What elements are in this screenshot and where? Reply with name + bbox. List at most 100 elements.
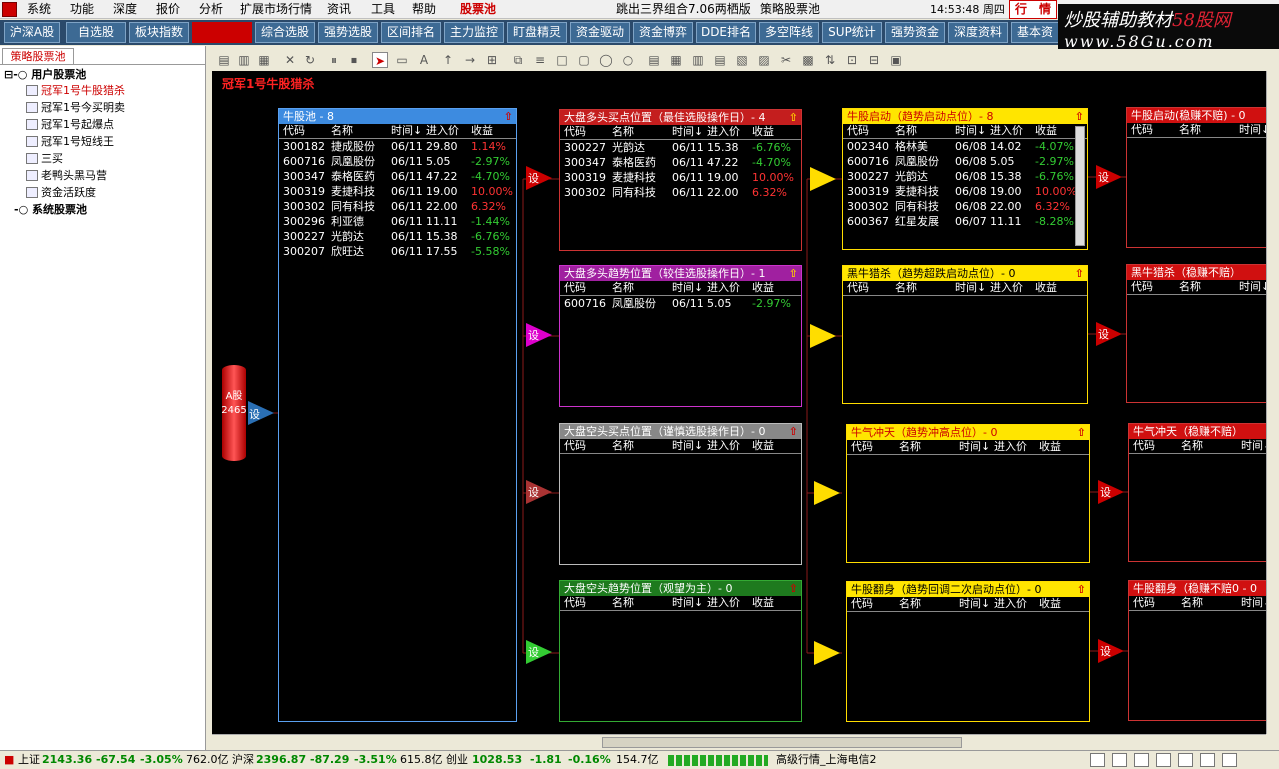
menu-function[interactable]: 功能 xyxy=(70,1,94,18)
pointer-icon[interactable]: ➤ xyxy=(372,52,388,68)
tab-strategy-pool[interactable]: 策略股票池 xyxy=(2,48,74,64)
tree-item-duck-head[interactable]: 老鸭头黑马营 xyxy=(26,168,107,184)
table-row[interactable]: 600716 凤凰股份 06/11 5.05 -2.97% xyxy=(279,154,516,169)
ellipse-icon[interactable]: ◯ xyxy=(598,52,614,68)
table-row[interactable]: 300182 捷成股份 06/11 29.80 1.14% xyxy=(279,139,516,154)
mid-panel-2[interactable]: 大盘多头趋势位置（较佳选股操作日）- 1 ⇧ 代码 名称 时间↓ 进入价 收益 60071… xyxy=(559,265,802,407)
tab-sector-index[interactable]: 板块指数 xyxy=(129,22,189,43)
menu-tools[interactable]: 工具 xyxy=(371,1,395,18)
up-arrow-icon[interactable]: ⇧ xyxy=(789,424,798,439)
frame-icon[interactable]: ▢ xyxy=(576,52,592,68)
chart-icon[interactable]: ▧ xyxy=(734,52,750,68)
rect-icon[interactable]: ▭ xyxy=(394,52,410,68)
quote-button[interactable]: 行 情 xyxy=(1009,0,1057,19)
menu-combo-tab[interactable]: 跳出三界组合7.06两栖版 xyxy=(616,1,751,18)
table-row[interactable]: 300347 泰格医药 06/11 47.22 -4.70% xyxy=(560,155,801,170)
right-panel-4[interactable]: 牛股翻身（趋势回调二次启动点位）- 0 ⇧ 代码 名称 时间↓ 进入价 收益 xyxy=(846,581,1090,722)
pool-panel[interactable]: 牛股池 - 8 ⇧ 代码 名称 时间↓ 进入价 收益 300182 捷成股份 06/1… xyxy=(278,108,517,722)
yellow-arrow-icon[interactable] xyxy=(810,324,836,348)
up-arrow-icon[interactable]: ⇧ xyxy=(789,266,798,281)
tab-main-monitor[interactable]: 主力监控 xyxy=(444,22,504,43)
align-icon[interactable]: ≡ xyxy=(532,52,548,68)
panel-scrollbar[interactable] xyxy=(1075,126,1085,246)
table-row[interactable]: 600367 红星发展 06/07 11.11 -8.28% xyxy=(843,214,1087,229)
settings-icon[interactable]: ▣ xyxy=(888,52,904,68)
menu-system[interactable]: 系统 xyxy=(27,1,51,18)
tab-strong-pick[interactable]: 强势选股 xyxy=(318,22,378,43)
menu-news[interactable]: 资讯 xyxy=(327,1,351,18)
paste-icon[interactable]: ▩ xyxy=(800,52,816,68)
mid-panel-3[interactable]: 大盘空头买点位置（谨慎选股操作日）- 0 ⇧ 代码 名称 时间↓ 进入价 收益 xyxy=(559,423,802,565)
tile-icon[interactable] xyxy=(1134,753,1149,767)
far-panel-1[interactable]: 牛股启动(稳赚不赔) - 0 代码名称时间↓ xyxy=(1126,107,1266,248)
tab-range-rank[interactable]: 区间排名 xyxy=(381,22,441,43)
tab-depth-info[interactable]: 深度资料 xyxy=(948,22,1008,43)
sort-icon[interactable]: ⇅ xyxy=(822,52,838,68)
table-row[interactable]: 002340 格林美 06/08 14.02 -4.07% xyxy=(843,139,1087,154)
tree-item-short-king[interactable]: 冠军1号短线王 xyxy=(26,134,114,150)
table-row[interactable]: 600716 凤凰股份 06/11 5.05 -2.97% xyxy=(560,296,801,311)
flag-icon[interactable] xyxy=(1156,753,1171,767)
tab-basic-info[interactable]: 基本资 xyxy=(1011,22,1059,43)
stop-icon[interactable]: ⏹ xyxy=(346,52,362,68)
refresh-icon[interactable]: ↻ xyxy=(302,52,318,68)
table-row[interactable]: 300319 麦捷科技 06/11 19.00 10.00% xyxy=(279,184,516,199)
text-icon[interactable]: A xyxy=(416,52,432,68)
mid-panel-1[interactable]: 大盘多头买点位置（最佳选股操作日）- 4 ⇧ 代码 名称 时间↓ 进入价 收益 30022… xyxy=(559,109,802,251)
new-icon[interactable]: ▤ xyxy=(216,52,232,68)
circle-icon[interactable]: ○ xyxy=(620,52,636,68)
table-row[interactable]: 300207 欣旺达 06/11 17.55 -5.58% xyxy=(279,244,516,259)
tab-fund-game[interactable]: 资金博弈 xyxy=(633,22,693,43)
up-arrow-icon[interactable]: ⇧ xyxy=(789,581,798,596)
table-row[interactable]: 300227 光韵达 06/11 15.38 -6.76% xyxy=(560,140,801,155)
menu-help[interactable]: 帮助 xyxy=(412,1,436,18)
filter-icon[interactable]: ⊡ xyxy=(844,52,860,68)
window-icon[interactable] xyxy=(1090,753,1105,767)
tree-expand-icon[interactable]: ⊟-○ xyxy=(4,68,27,81)
menu-extended-market[interactable]: 扩展市场行情 xyxy=(240,1,312,18)
group-icon[interactable]: ⊞ xyxy=(484,52,500,68)
cut-icon[interactable]: ✂ xyxy=(778,52,794,68)
export-icon[interactable]: ⊟ xyxy=(866,52,882,68)
tree-item-fund-activity[interactable]: 资金活跃度 xyxy=(26,185,96,201)
grid-icon[interactable]: ▦ xyxy=(668,52,684,68)
up-arrow-icon[interactable]: ⇧ xyxy=(1075,109,1084,124)
table-row[interactable]: 300227 光韵达 06/08 15.38 -6.76% xyxy=(843,169,1087,184)
right-panel-3[interactable]: 牛气冲天（趋势冲高点位）- 0 ⇧ 代码 名称 时间↓ 进入价 收益 xyxy=(846,424,1090,563)
up-arrow-icon[interactable]: ⇧ xyxy=(1077,582,1086,597)
table-row[interactable]: 300296 利亚德 06/11 11.11 -1.44% xyxy=(279,214,516,229)
save-icon[interactable]: ▦ xyxy=(256,52,272,68)
table-row[interactable]: 300319 麦捷科技 06/11 19.00 10.00% xyxy=(560,170,801,185)
delete-icon[interactable]: ✕ xyxy=(282,52,298,68)
yellow-arrow-icon[interactable] xyxy=(810,167,836,191)
list-icon[interactable]: ▤ xyxy=(646,52,662,68)
tab-current[interactable] xyxy=(192,22,252,43)
tree-item-buy-sell[interactable]: 冠军1号今买明卖 xyxy=(26,100,125,116)
arrow-icon[interactable]: ↑ xyxy=(440,52,456,68)
right-panel-2[interactable]: 黑牛猎杀（趋势超跌启动点位）- 0 ⇧ 代码 名称 时间↓ 进入价 收益 xyxy=(842,265,1088,404)
right-panel-1[interactable]: 牛股启动（趋势启动点位）- 8 ⇧ 代码 名称 时间↓ 进入价 收益 002340 格林美 0… xyxy=(842,108,1088,250)
pause-icon[interactable]: ⏸ xyxy=(326,52,342,68)
tab-fund-drive[interactable]: 资金驱动 xyxy=(570,22,630,43)
table-row[interactable]: 300227 光韵达 06/11 15.38 -6.76% xyxy=(279,229,516,244)
up-arrow-icon[interactable]: ⇧ xyxy=(789,110,798,125)
layout-icon[interactable]: ▥ xyxy=(690,52,706,68)
far-panel-3[interactable]: 牛气冲天（稳赚不赔） 代码名称时间↓ xyxy=(1128,423,1266,562)
table-row[interactable]: 300347 泰格医药 06/11 47.22 -4.70% xyxy=(279,169,516,184)
menu-analysis[interactable]: 分析 xyxy=(199,1,223,18)
calc-icon[interactable] xyxy=(1200,753,1215,767)
mid-panel-4[interactable]: 大盘空头趋势位置（观望为主）- 0 ⇧ 代码 名称 时间↓ 进入价 收益 xyxy=(559,580,802,722)
palette-icon[interactable] xyxy=(1222,753,1237,767)
yellow-arrow-icon[interactable] xyxy=(814,641,840,665)
tree-item-breakout[interactable]: 冠军1号起爆点 xyxy=(26,117,114,133)
tab-watchlist[interactable]: 自选股 xyxy=(66,22,126,43)
tab-dde-rank[interactable]: DDE排名 xyxy=(696,22,756,43)
tab-bull-bear[interactable]: 多空阵线 xyxy=(759,22,819,43)
tab-watch-genie[interactable]: 盯盘精灵 xyxy=(507,22,567,43)
tab-strong-fund[interactable]: 强势资金 xyxy=(885,22,945,43)
menu-depth[interactable]: 深度 xyxy=(113,1,137,18)
split-icon[interactable] xyxy=(1112,753,1127,767)
tree-system-pool[interactable]: -○ 系统股票池 xyxy=(14,202,87,218)
tree-item-three-buy[interactable]: 三买 xyxy=(26,151,63,167)
table-row[interactable]: 300319 麦捷科技 06/08 19.00 10.00% xyxy=(843,184,1087,199)
